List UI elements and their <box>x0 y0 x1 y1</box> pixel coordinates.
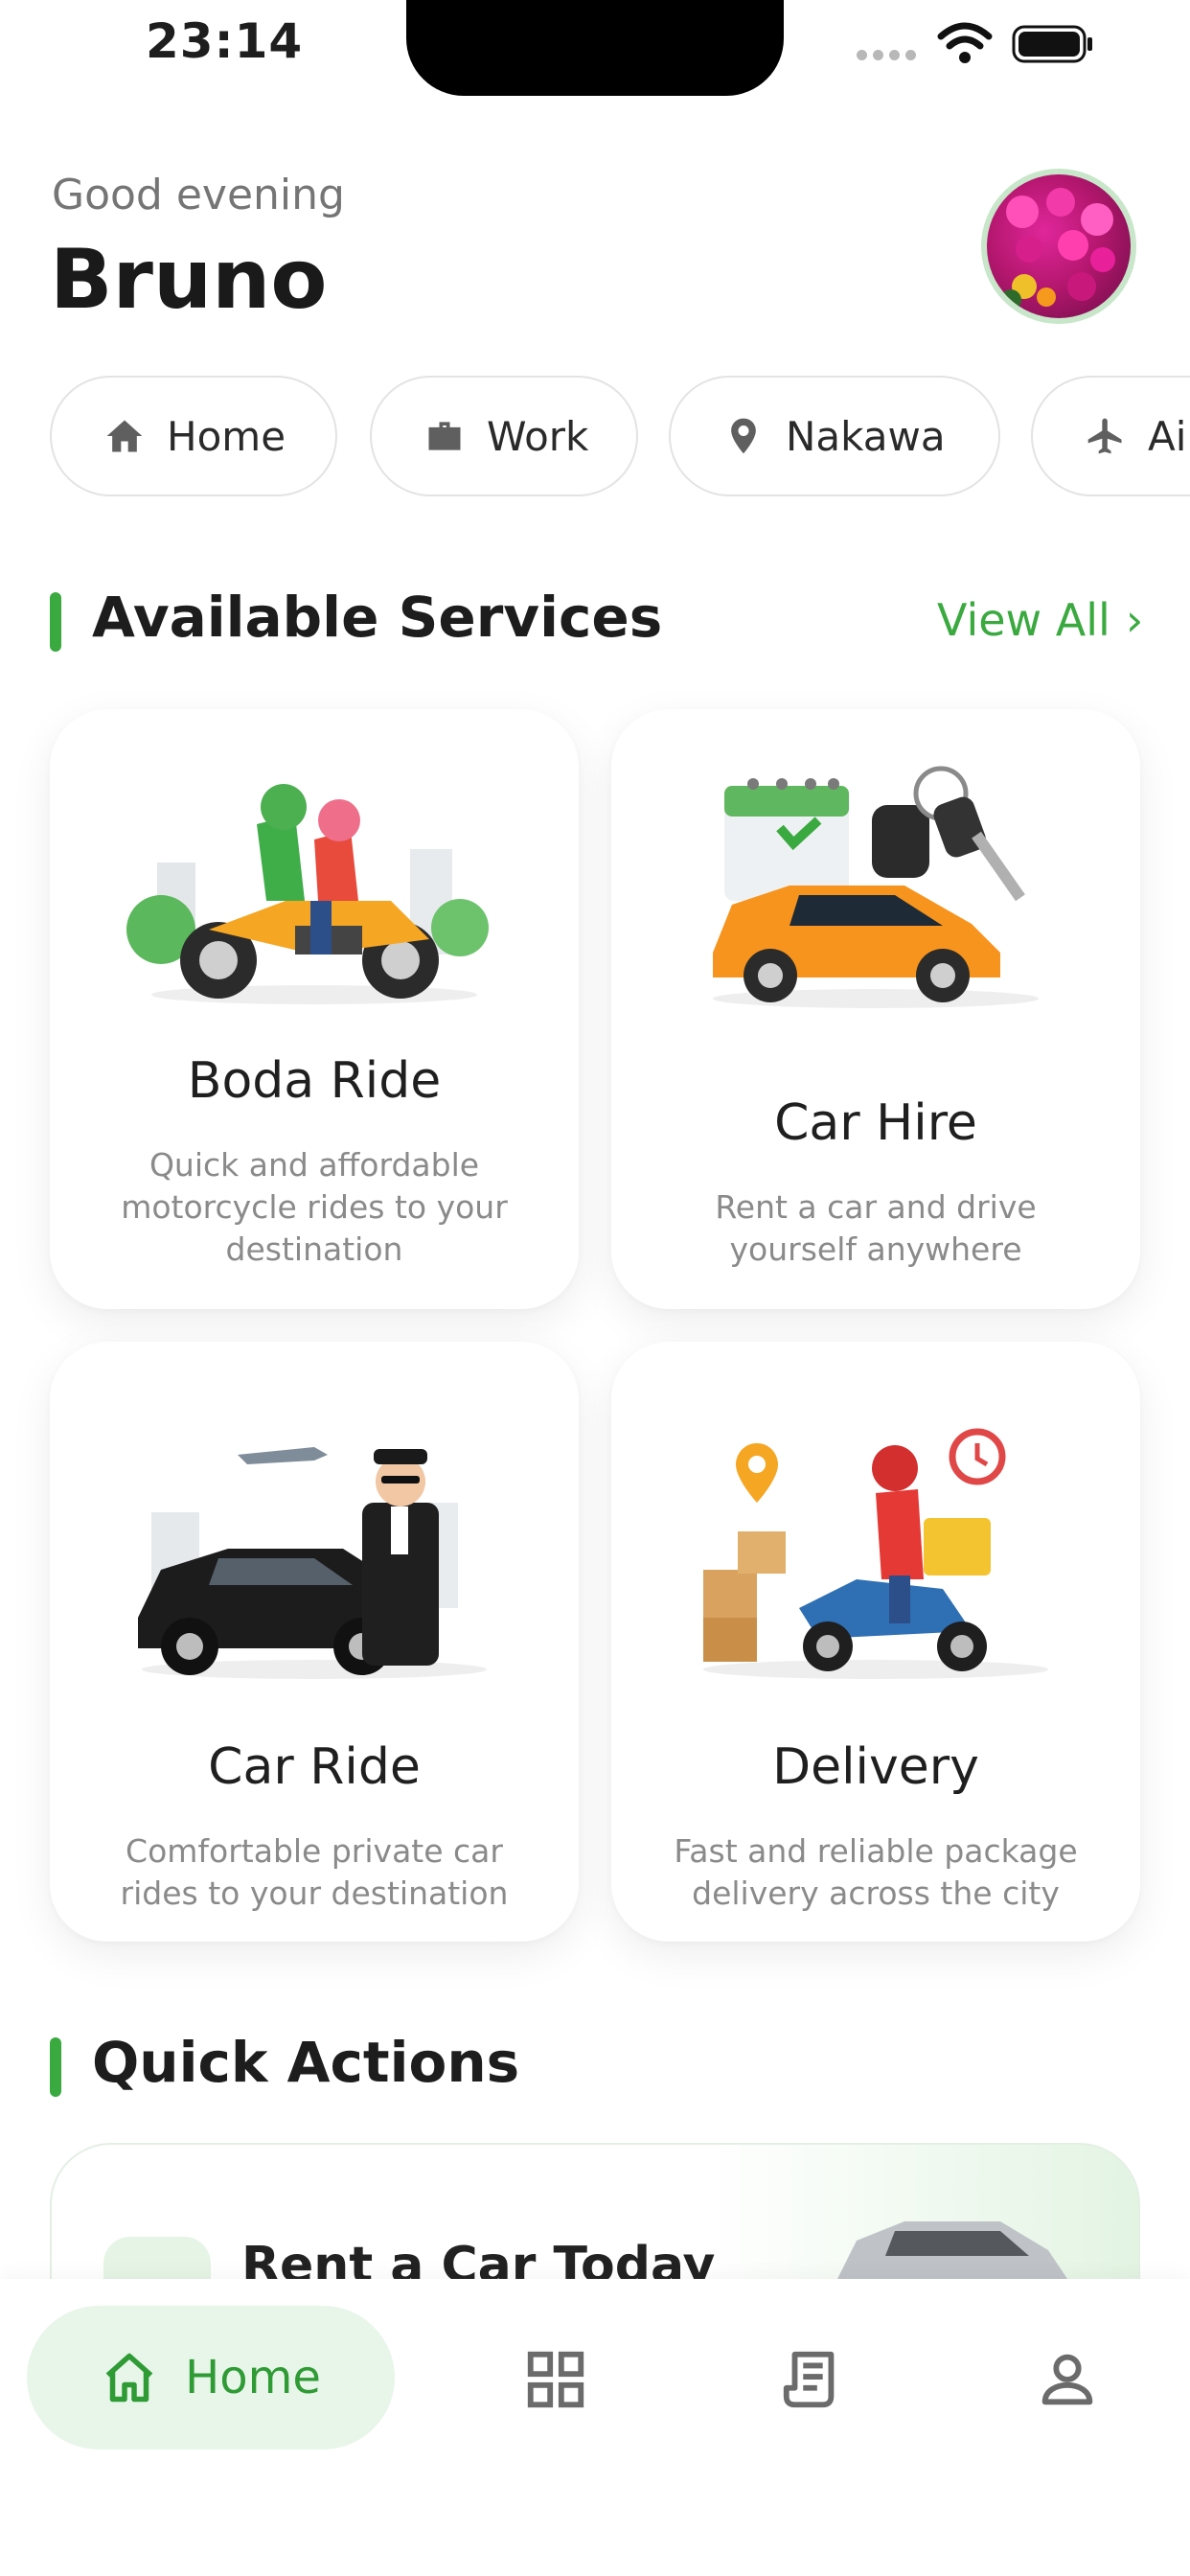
service-card-title: Delivery <box>772 1738 979 1796</box>
place-chip-home[interactable]: Home <box>50 376 337 496</box>
service-card-title: Car Hire <box>774 1094 977 1152</box>
avatar-image <box>987 174 1131 318</box>
section-accent-bar <box>50 2037 61 2097</box>
view-all-label: View All <box>937 594 1110 646</box>
service-card-car-ride[interactable]: Car Ride Comfortable private car rides t… <box>50 1342 579 1942</box>
chevron-right-icon: › <box>1125 594 1144 646</box>
place-chip-work[interactable]: Work <box>370 376 638 496</box>
place-chip-label: Nakawa <box>786 412 946 460</box>
service-card-description: Rent a car and drive yourself anywhere <box>715 1188 1037 1268</box>
signal-icon <box>857 50 916 60</box>
service-card-title: Car Ride <box>208 1738 421 1796</box>
nav-activity-tab[interactable] <box>778 2346 845 2413</box>
home-icon <box>105 2353 153 2403</box>
service-card-boda-ride[interactable]: Boda Ride Quick and affordable motorcycl… <box>50 709 579 1309</box>
home-screen: 23:14 Good evening Bruno Home Work Nakaw… <box>0 0 1190 2576</box>
saved-places-row: Home Work Nakawa Ai <box>50 374 1190 498</box>
motorcycle-illustration <box>126 784 489 1004</box>
nav-home-tab[interactable]: Home <box>27 2306 395 2450</box>
briefcase-icon <box>428 422 461 450</box>
greeting-text: Good evening <box>52 171 345 219</box>
nav-home-label: Home <box>185 2351 321 2404</box>
nav-profile-tab[interactable] <box>1034 2346 1101 2413</box>
view-all-link[interactable]: View All › <box>937 594 1143 646</box>
battery-icon <box>1012 25 1092 63</box>
user-name: Bruno <box>50 232 328 328</box>
place-chip-nakawa[interactable]: Nakawa <box>669 376 1000 496</box>
home-icon <box>106 420 143 452</box>
avatar[interactable] <box>981 169 1136 324</box>
service-card-description: Comfortable private car rides to your de… <box>120 1832 509 1912</box>
status-time: 23:14 <box>146 13 304 69</box>
chauffeur-car-illustration <box>138 1447 487 1679</box>
service-card-description: Quick and affordable motorcycle rides to… <box>121 1146 508 1268</box>
place-chip-label: Home <box>167 412 286 460</box>
bottom-navigation: Home <box>0 2279 1190 2576</box>
place-chip-airport[interactable]: Ai <box>1031 376 1190 496</box>
section-accent-bar <box>50 592 61 652</box>
location-pin-icon <box>731 418 756 454</box>
delivery-scooter-illustration <box>703 1428 1048 1679</box>
service-card-title: Boda Ride <box>187 1052 442 1110</box>
place-chip-label: Ai <box>1148 412 1187 460</box>
wifi-icon <box>937 22 993 63</box>
airplane-icon <box>1087 418 1122 454</box>
service-card-car-hire[interactable]: Car Hire Rent a car and drive yourself a… <box>611 709 1140 1309</box>
dynamic-island <box>406 0 784 96</box>
quick-actions-section-title: Quick Actions <box>92 2030 520 2095</box>
car-keys-illustration <box>713 766 1039 1008</box>
place-chip-label: Work <box>487 412 589 460</box>
service-card-description: Fast and reliable package delivery acros… <box>674 1832 1078 1912</box>
nav-services-tab[interactable] <box>522 2346 589 2413</box>
grid-icon <box>527 2351 584 2408</box>
status-bar: 23:14 <box>0 0 1190 96</box>
service-card-delivery[interactable]: Delivery Fast and reliable package deliv… <box>611 1342 1140 1942</box>
receipt-icon <box>783 2351 835 2408</box>
profile-icon <box>1041 2354 1093 2405</box>
services-section-title: Available Services <box>92 585 663 650</box>
